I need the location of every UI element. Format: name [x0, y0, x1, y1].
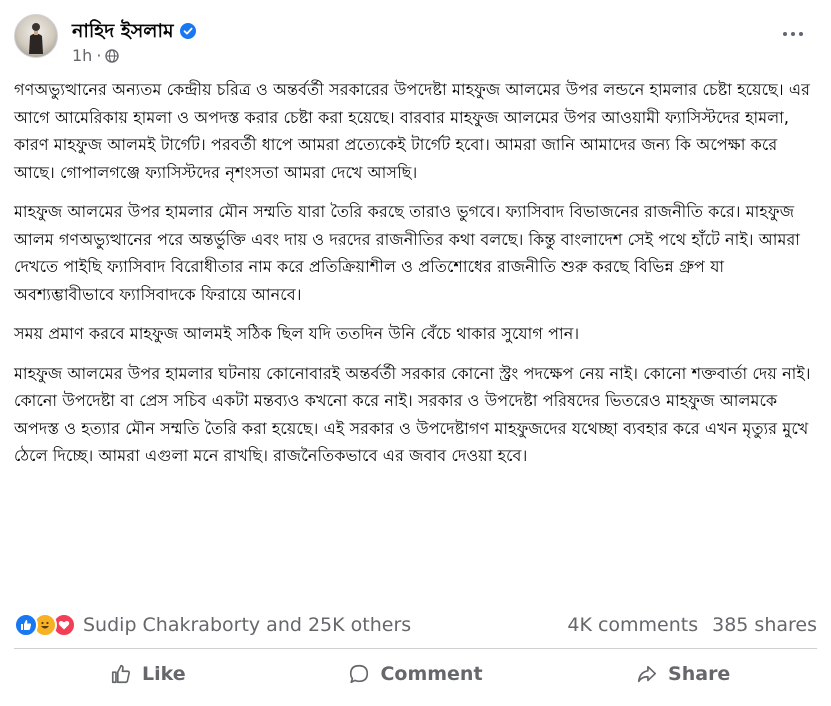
- post-text: গণঅভ্যুত্থানের অন্যতম কেন্দ্রীয় চরিত্র …: [14, 76, 820, 482]
- counts-gap: [698, 614, 712, 636]
- divider: [14, 648, 817, 649]
- like-button[interactable]: Like: [14, 652, 282, 696]
- comment-label: Comment: [380, 663, 483, 685]
- comments-count[interactable]: 4K comments: [567, 614, 698, 636]
- post-paragraph: সময় প্রমাণ করবে মাহফুজ আলমই সঠিক ছিল যদ…: [14, 324, 580, 343]
- facebook-post: নাহিদ ইসলাম 1h · গণঅভ্যুত্থানের অন্যতম ক…: [0, 0, 831, 706]
- action-bar: Like Comment Share: [14, 652, 817, 696]
- more-options-icon[interactable]: [779, 22, 807, 46]
- engagement-counts: 4K comments 385 shares: [567, 614, 817, 636]
- globe-icon[interactable]: [105, 48, 120, 63]
- more-dot: [799, 32, 803, 36]
- post-meta: 1h ·: [72, 46, 120, 65]
- share-label: Share: [668, 663, 731, 685]
- verified-badge-icon: [179, 23, 196, 39]
- post-paragraph: গণঅভ্যুত্থানের অন্যতম কেন্দ্রীয় চরিত্র …: [14, 80, 811, 182]
- reactions-summary: Sudip Chakraborty and 25K others 4K comm…: [14, 610, 817, 640]
- post-paragraph: মাহফুজ আলমের উপর হামলার ঘটনায় কোনোবারই …: [14, 363, 811, 466]
- meta-separator: ·: [96, 46, 102, 65]
- author-avatar[interactable]: [14, 14, 58, 58]
- more-dot: [791, 32, 795, 36]
- share-button[interactable]: Share: [549, 652, 817, 696]
- post-header: নাহিদ ইসলাম 1h ·: [14, 12, 817, 68]
- like-reaction-icon: [14, 613, 38, 637]
- author-row: নাহিদ ইসলাম: [72, 18, 196, 44]
- reaction-icons[interactable]: [14, 613, 76, 637]
- more-dot: [783, 32, 787, 36]
- share-icon: [637, 665, 657, 683]
- thumbs-up-icon: [111, 664, 131, 684]
- post-timestamp[interactable]: 1h: [72, 46, 92, 65]
- comment-icon: [350, 664, 369, 684]
- reaction-summary-text[interactable]: Sudip Chakraborty and 25K others: [83, 614, 411, 636]
- post-paragraph: মাহফুজ আলমের উপর হামলার মৌন সম্মতি যারা …: [14, 202, 801, 304]
- profile-photo: [29, 23, 43, 54]
- shares-count[interactable]: 385 shares: [712, 614, 817, 636]
- comment-button[interactable]: Comment: [282, 652, 550, 696]
- like-label: Like: [142, 663, 186, 685]
- author-name[interactable]: নাহিদ ইসলাম: [72, 18, 174, 44]
